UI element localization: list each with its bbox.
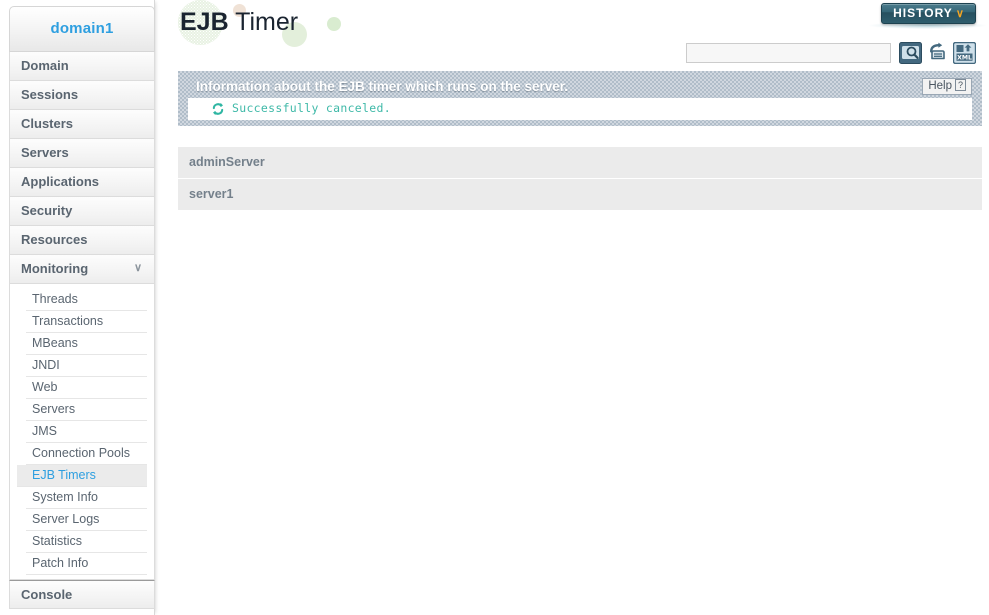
status-message-box: Successfully canceled. xyxy=(188,98,972,120)
question-mark-icon: ? xyxy=(954,79,966,91)
page-title: EJB Timer xyxy=(180,8,298,37)
sidebar-item-applications[interactable]: Applications xyxy=(9,168,155,197)
sidebar-subitem-patch-info[interactable]: Patch Info xyxy=(26,553,147,575)
status-message-text: Successfully canceled. xyxy=(232,101,391,115)
chevron-down-icon: ∨ xyxy=(133,262,142,274)
sidebar-subitem-server-logs[interactable]: Server Logs xyxy=(26,509,147,531)
refresh-icon xyxy=(926,42,949,64)
decorative-green-dot xyxy=(327,17,341,31)
xml-export-button[interactable]: XML xyxy=(953,42,976,64)
sidebar-subitem-label: EJB Timers xyxy=(32,468,96,482)
sidebar-subitem-system-info[interactable]: System Info xyxy=(26,487,147,509)
sidebar-item-domain[interactable]: Domain xyxy=(9,52,155,81)
info-panel-title: Information about the EJB timer which ru… xyxy=(196,79,569,94)
sidebar-subitem-jndi[interactable]: JNDI xyxy=(26,355,147,377)
sidebar-subitem-transactions[interactable]: Transactions xyxy=(26,311,147,333)
page-title-strong: EJB xyxy=(180,8,229,36)
sidebar-item-label: Console xyxy=(21,587,73,602)
sidebar-subitem-label: Server Logs xyxy=(32,512,100,526)
info-panel: Information about the EJB timer which ru… xyxy=(178,71,982,126)
sidebar-subitem-label: Web xyxy=(32,380,58,394)
sidebar-subitem-servers[interactable]: Servers xyxy=(26,399,147,421)
help-button[interactable]: Help? xyxy=(922,78,972,95)
sidebar-item-label: Sessions xyxy=(21,87,79,102)
sidebar-subitem-label: Servers xyxy=(32,402,76,416)
table-row[interactable]: server1 xyxy=(178,179,982,211)
sidebar-item-clusters[interactable]: Clusters xyxy=(9,110,155,139)
sidebar-inner: domain1 Domain Sessions Clusters Servers… xyxy=(9,6,155,609)
sidebar-subitem-mbeans[interactable]: MBeans xyxy=(26,333,147,355)
sidebar-subitem-label: JNDI xyxy=(32,358,60,372)
sidebar-subitem-jms[interactable]: JMS xyxy=(26,421,147,443)
sidebar-item-label: Resources xyxy=(21,232,88,247)
sidebar-item-label: Monitoring xyxy=(21,261,89,276)
sidebar-item-security[interactable]: Security xyxy=(9,197,155,226)
xml-export-icon: XML xyxy=(953,42,976,64)
sidebar-subitem-web[interactable]: Web xyxy=(26,377,147,399)
sidebar-item-servers[interactable]: Servers xyxy=(9,139,155,168)
refresh-button[interactable] xyxy=(926,42,949,64)
sidebar-subitem-label: Statistics xyxy=(32,534,83,548)
sync-icon xyxy=(212,102,224,116)
sidebar-subitem-label: MBeans xyxy=(32,336,78,350)
sidebar: domain1 Domain Sessions Clusters Servers… xyxy=(0,0,155,615)
search-input[interactable] xyxy=(686,43,891,63)
svg-text:XML: XML xyxy=(957,54,972,61)
sidebar-subitem-statistics[interactable]: Statistics xyxy=(26,531,147,553)
sidebar-subitem-label: Connection Pools xyxy=(32,446,130,460)
search-icon xyxy=(899,42,922,64)
history-button-label: HISTORY xyxy=(893,6,953,20)
sidebar-subitem-label: Transactions xyxy=(32,314,104,328)
sidebar-item-monitoring[interactable]: Monitoring ∨ xyxy=(9,255,155,284)
sidebar-subitem-ejb-timers[interactable]: EJB Timers xyxy=(17,465,147,487)
search-button[interactable] xyxy=(899,42,922,64)
sidebar-item-label: Clusters xyxy=(21,116,74,131)
sidebar-domain-label: domain1 xyxy=(50,20,114,37)
sidebar-subitem-connection-pools[interactable]: Connection Pools xyxy=(26,443,147,465)
page-title-area: EJB Timer xyxy=(170,0,420,52)
help-button-label: Help xyxy=(928,80,952,92)
search-toolbar: XML xyxy=(686,42,979,64)
sidebar-submenu-monitoring: Threads Transactions MBeans JNDI Web Ser… xyxy=(9,284,155,580)
sidebar-item-label: Domain xyxy=(21,58,69,73)
sidebar-item-label: Security xyxy=(21,203,73,218)
sidebar-subitem-label: System Info xyxy=(32,490,98,504)
sidebar-item-sessions[interactable]: Sessions xyxy=(9,81,155,110)
sidebar-subitem-label: JMS xyxy=(32,424,57,438)
sidebar-subitem-label: Patch Info xyxy=(32,556,89,570)
history-button[interactable]: HISTORY ∨ xyxy=(881,3,976,24)
sidebar-item-label: Applications xyxy=(21,174,100,189)
sidebar-item-console[interactable]: Console xyxy=(9,580,155,609)
page-title-light: Timer xyxy=(228,8,299,36)
table-row[interactable]: adminServer xyxy=(178,147,982,179)
sidebar-subitem-threads[interactable]: Threads xyxy=(26,289,147,311)
server-name: adminServer xyxy=(189,155,265,169)
server-name: server1 xyxy=(189,187,234,201)
chevron-down-icon: ∨ xyxy=(955,8,964,20)
sidebar-item-resources[interactable]: Resources xyxy=(9,226,155,255)
sidebar-subitem-label: Threads xyxy=(32,292,78,306)
sidebar-domain-header[interactable]: domain1 xyxy=(9,6,155,52)
sidebar-item-label: Servers xyxy=(21,145,69,160)
server-list: adminServer server1 xyxy=(178,147,982,211)
